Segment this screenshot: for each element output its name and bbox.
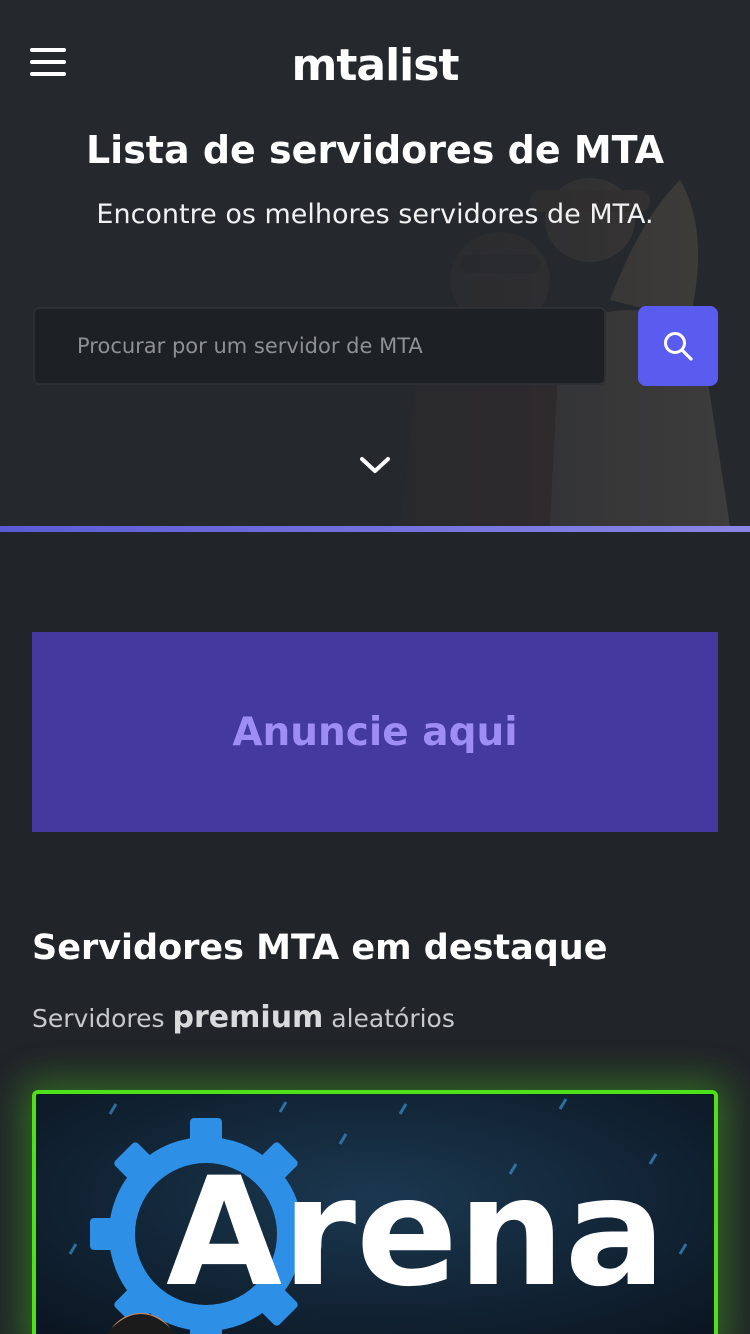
featured-subtitle-suffix: aleatórios [331, 1004, 455, 1033]
featured-subtitle-prefix: Servidores [32, 1004, 165, 1033]
search-button[interactable] [638, 306, 718, 386]
page-subtitle: Encontre os melhores servidores de MTA. [96, 199, 654, 230]
chevron-down-icon[interactable] [357, 452, 393, 478]
page-title: Lista de servidores de MTA [85, 128, 665, 172]
featured-section-title: Servidores MTA em destaque [32, 928, 608, 968]
featured-section-subtitle: Servidores premium aleatórios [32, 1000, 455, 1035]
featured-server-card[interactable]: Arena [32, 1090, 718, 1334]
server-banner-image: Arena [36, 1094, 714, 1334]
server-banner-text: Arena [166, 1146, 666, 1320]
search-input[interactable] [33, 307, 606, 385]
ad-label: Anuncie aqui [232, 709, 518, 755]
ad-banner[interactable]: Anuncie aqui [32, 632, 718, 832]
hero-section: mtalist Lista de servidores de MTA Encon… [0, 0, 750, 526]
site-logo[interactable]: mtalist [0, 40, 750, 91]
search-icon [664, 332, 693, 361]
featured-subtitle-highlight: premium [172, 1000, 324, 1035]
hero-divider [0, 526, 750, 532]
